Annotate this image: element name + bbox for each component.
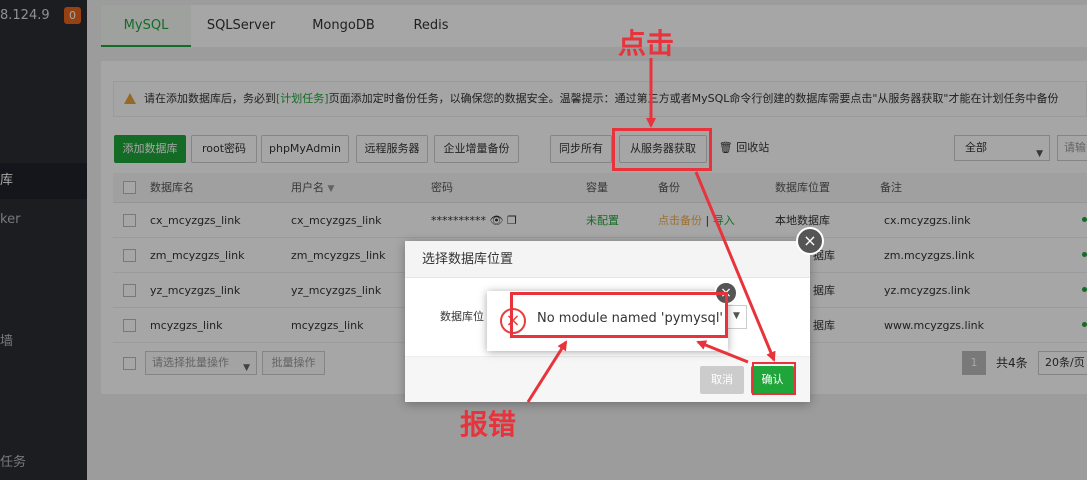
arrow-to-confirm-button — [694, 171, 776, 362]
annotation-arrows — [526, 58, 776, 403]
arrow-to-error-left — [526, 340, 568, 403]
arrow-to-error-right — [696, 340, 749, 364]
